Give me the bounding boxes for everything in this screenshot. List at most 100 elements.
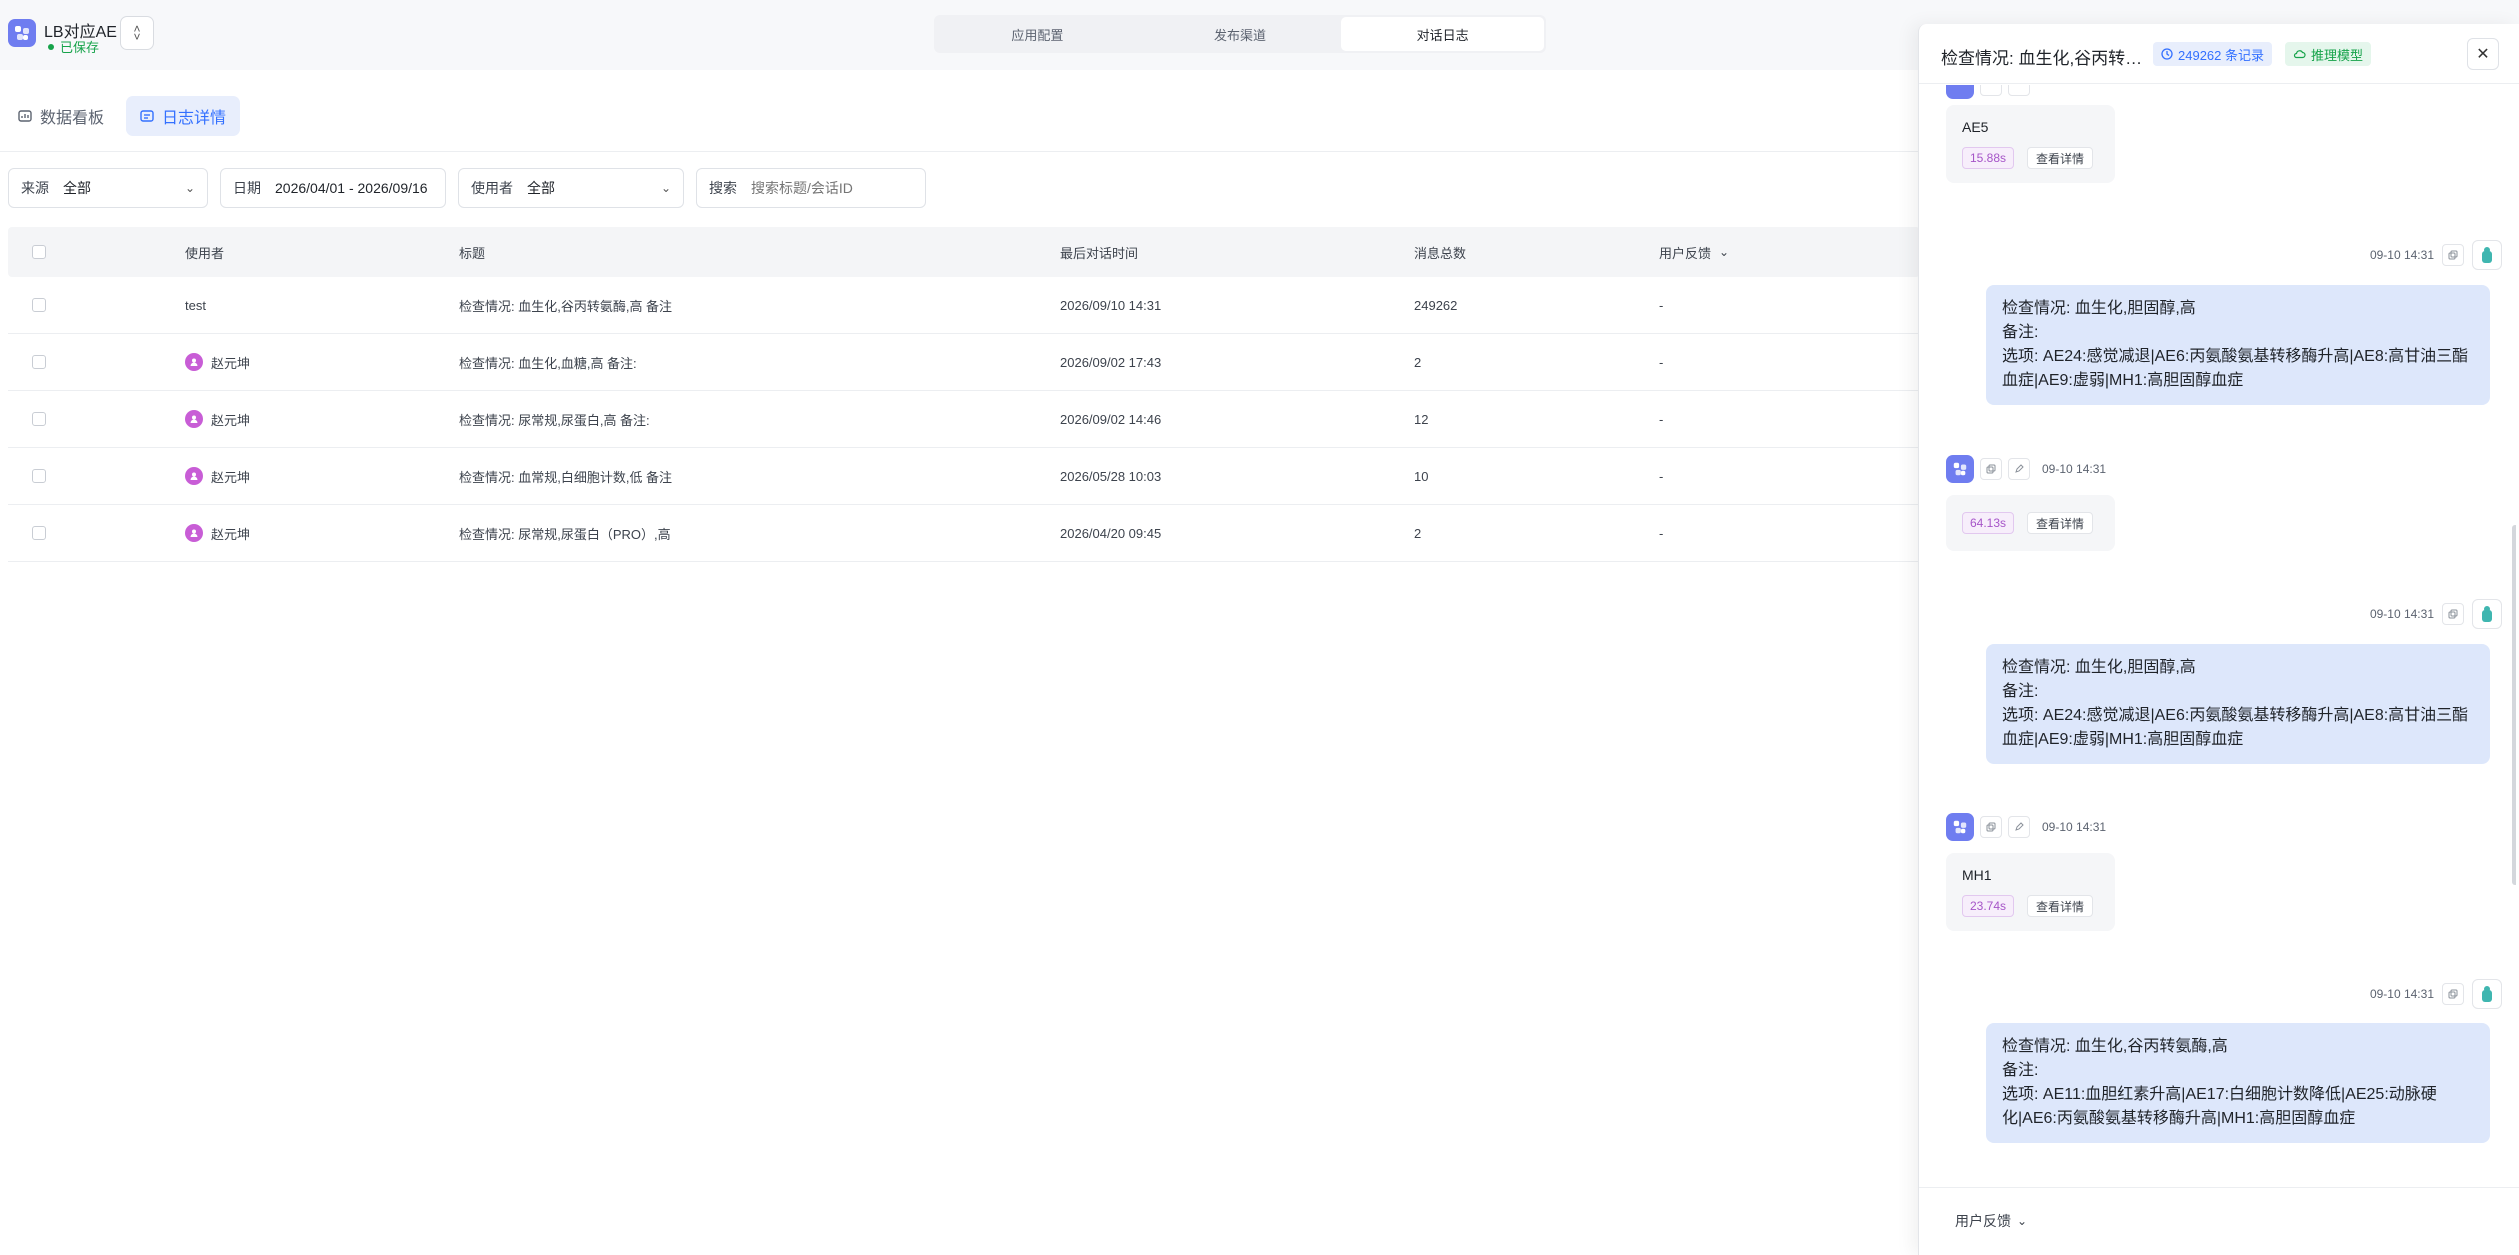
row-checkbox[interactable]: [32, 526, 46, 540]
row-checkbox[interactable]: [32, 298, 46, 312]
edit-icon[interactable]: [2008, 816, 2030, 838]
table-row[interactable]: 赵元坤 检查情况: 尿常规,尿蛋白,高 备注: 2026/09/02 14:46 12…: [8, 391, 1920, 448]
copy-icon[interactable]: [2442, 244, 2464, 266]
view-detail-button[interactable]: 查看详情: [2027, 147, 2094, 169]
source-value: 全部: [63, 180, 91, 196]
app-logo-icon: [8, 19, 36, 47]
message-list[interactable]: AE5 15.88s 查看详情 09-10 14:31 检查情况: 血生化,胆固…: [1920, 85, 2516, 1209]
row-checkbox[interactable]: [32, 412, 46, 426]
row-checkbox[interactable]: [32, 355, 46, 369]
subnav-log-detail[interactable]: 日志详情: [126, 96, 241, 136]
row-count: 10: [1414, 468, 1429, 484]
message-time: 09-10 14:31: [2369, 248, 2434, 262]
user-avatar-icon: [2472, 979, 2502, 1009]
table-row[interactable]: 赵元坤 检查情况: 尿常规,尿蛋白（PRO）,高 2026/04/20 09:45 2…: [8, 505, 1920, 562]
user-avatar-icon: [185, 524, 203, 542]
row-feedback: -: [1659, 525, 1664, 541]
user-value: 全部: [527, 180, 555, 196]
select-all-checkbox[interactable]: [32, 245, 46, 259]
message-line: 备注:: [2002, 683, 2039, 700]
duration-tag: 15.88s: [1962, 147, 2015, 169]
tab-chat-log[interactable]: 对话日志: [1341, 17, 1545, 51]
chevron-down-icon: ˅: [133, 30, 141, 44]
saved-label: 已保存: [60, 40, 100, 55]
saved-status: 已保存: [48, 37, 99, 56]
header-feedback[interactable]: 用户反馈 ⌄: [1659, 243, 1919, 262]
row-time: 2026/09/10 14:31: [1060, 297, 1162, 313]
row-feedback: -: [1659, 468, 1664, 484]
drawer-footer: 用户反馈 ⌄: [1919, 1187, 2519, 1255]
user-message-2: 检查情况: 血生化,胆固醇,高 备注: 选项: AE24:感觉减退|AE6:丙氨…: [1986, 644, 2490, 764]
message-line: 检查情况: 血生化,胆固醇,高: [2002, 659, 2196, 676]
table-row[interactable]: 赵元坤 检查情况: 血常规,白细胞计数,低 备注 2026/05/28 10:03 1…: [8, 448, 1920, 505]
ai-message-2: 64.13s 查看详情: [1946, 495, 2115, 551]
row-time: 2026/04/20 09:45: [1060, 525, 1162, 541]
search-label: 搜索: [709, 180, 737, 196]
search-input[interactable]: [751, 180, 891, 196]
close-button[interactable]: ✕: [2467, 38, 2499, 70]
view-detail-button[interactable]: 查看详情: [2027, 895, 2094, 917]
subnav-dashboard[interactable]: 数据看板: [4, 96, 118, 136]
user-avatar-icon: [185, 410, 203, 428]
source-select[interactable]: 来源 全部 ⌄: [8, 168, 208, 208]
copy-icon[interactable]: [2442, 983, 2464, 1005]
ai-message-3: MH1 23.74s 查看详情: [1946, 853, 2115, 931]
row-title: 检查情况: 血常规,白细胞计数,低 备注: [459, 469, 673, 485]
row-time: 2026/09/02 14:46: [1060, 411, 1162, 427]
row-title: 检查情况: 血生化,血糖,高 备注:: [459, 355, 637, 371]
date-range-picker[interactable]: 日期 2026/04/01 - 2026/09/16: [220, 168, 446, 208]
row-user: 赵元坤: [185, 467, 459, 486]
header-title: 标题: [459, 245, 486, 261]
row-title: 检查情况: 尿常规,尿蛋白,高 备注:: [459, 412, 650, 428]
row-user: 赵元坤: [185, 410, 459, 429]
copy-icon[interactable]: [1980, 458, 2002, 480]
row-checkbox[interactable]: [32, 469, 46, 483]
row-title: 检查情况: 尿常规,尿蛋白（PRO）,高: [459, 526, 671, 542]
user-select[interactable]: 使用者 全部 ⌄: [458, 168, 684, 208]
date-label: 日期: [233, 180, 261, 196]
row-user-name: test: [185, 297, 206, 313]
row-feedback: -: [1659, 411, 1664, 427]
user-message-meta: 09-10 14:31: [2364, 979, 2502, 1009]
view-detail-button[interactable]: 查看详情: [2027, 512, 2094, 534]
message-line: 选项: AE24:感觉减退|AE6:丙氨酸氨基转移酶升高|AE8:高甘油三酯血症…: [2002, 707, 2469, 748]
model-tag: 推理模型: [2285, 42, 2372, 66]
row-title: 检查情况: 血生化,谷丙转氨酶,高 备注: [459, 298, 673, 314]
duration-tag: 23.74s: [1962, 895, 2015, 917]
feedback-dropdown[interactable]: 用户反馈 ⌄: [1955, 1211, 2027, 1231]
row-user-name: 赵元坤: [211, 526, 251, 542]
feedback-label: 用户反馈: [1955, 1213, 2011, 1229]
filter-bar: 来源 全部 ⌄ 日期 2026/04/01 - 2026/09/16 使用者 全…: [8, 168, 926, 208]
edit-icon[interactable]: [2008, 85, 2030, 96]
row-user: 赵元坤: [185, 353, 459, 372]
record-count-tag: 249262 条记录: [2153, 42, 2272, 66]
user-message-1: 检查情况: 血生化,胆固醇,高 备注: 选项: AE24:感觉减退|AE6:丙氨…: [1986, 285, 2490, 405]
cloud-icon: [2293, 50, 2306, 59]
message-line: 备注:: [2002, 1062, 2039, 1079]
chat-detail-drawer: 检查情况: 血生化,谷丙转氨... 249262 条记录 推理模型 ✕ AE5 …: [1918, 24, 2519, 1255]
model-label: 推理模型: [2311, 47, 2364, 63]
copy-icon[interactable]: [1980, 85, 2002, 96]
header-feedback-label: 用户反馈: [1659, 245, 1712, 261]
row-count: 2: [1414, 525, 1422, 541]
copy-icon[interactable]: [2442, 603, 2464, 625]
clock-icon: [2161, 48, 2173, 60]
scrollbar[interactable]: [2512, 525, 2516, 885]
table-row[interactable]: test 检查情况: 血生化,谷丙转氨酶,高 备注 2026/09/10 14:31…: [8, 277, 1920, 334]
row-user: test: [185, 298, 459, 313]
row-count: 2: [1414, 354, 1422, 370]
app-root: LB对应AE 已保存 ˄ ˅ 应用配置 发布渠道 对话日志 数据看板 日志详情 来…: [0, 0, 2519, 1255]
copy-icon[interactable]: [1980, 816, 2002, 838]
edit-icon[interactable]: [2008, 458, 2030, 480]
tab-app-config[interactable]: 应用配置: [936, 17, 1139, 51]
user-label: 使用者: [471, 180, 513, 196]
message-time: 09-10 14:31: [2042, 820, 2107, 834]
ai-message-meta: 09-10 14:31: [1946, 455, 2106, 483]
tab-publish-channel[interactable]: 发布渠道: [1139, 17, 1342, 51]
row-time: 2026/09/02 17:43: [1060, 354, 1162, 370]
table-row[interactable]: 赵元坤 检查情况: 血生化,血糖,高 备注: 2026/09/02 17:43 2 -: [8, 334, 1920, 391]
row-feedback: -: [1659, 297, 1664, 313]
user-message-3: 检查情况: 血生化,谷丙转氨酶,高 备注: 选项: AE11:血胆红素升高|AE…: [1986, 1023, 2490, 1143]
bot-avatar-icon: [1946, 455, 1974, 483]
app-switch-button[interactable]: ˄ ˅: [120, 16, 154, 50]
